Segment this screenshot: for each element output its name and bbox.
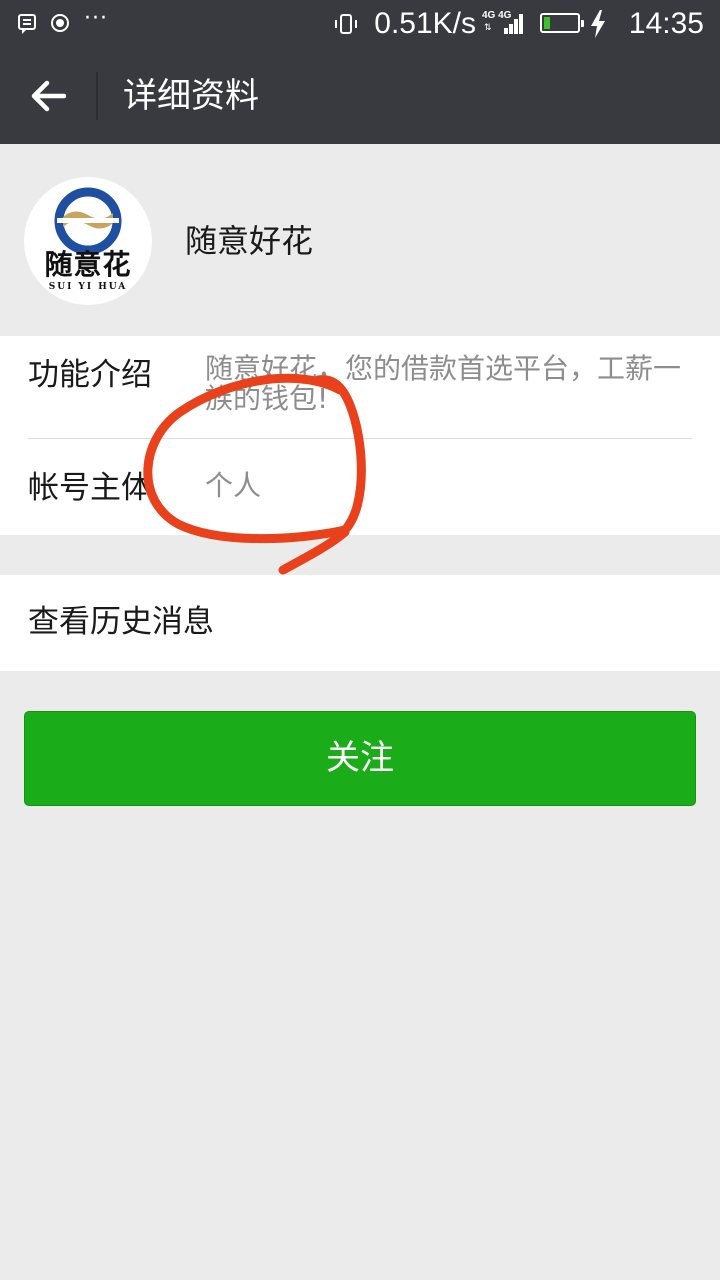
follow-button[interactable]: 关注 [24,711,696,806]
battery-icon [540,13,584,33]
back-button[interactable] [16,66,80,126]
avatar[interactable]: 随意花 SUI YI HUA [24,177,152,305]
entity-value: 个人 [205,469,262,502]
entity-row: 帐号主体 个人 [28,439,692,535]
nav-bar: 详细资料 [0,48,720,144]
vibrate-icon [335,14,357,34]
avatar-logo-text: 随意花 [44,248,132,281]
avatar-logo-subtitle: SUI YI HUA [48,282,128,292]
network-indicator: 4G 4G ⇅ [482,10,524,38]
status-bar: ··· 0.51K/s 4G 4G ⇅ 14:35 [0,0,720,48]
intro-label: 功能介绍 [28,357,152,393]
data-arrows-icon: ⇅ [484,23,492,33]
account-name: 随意好花 [185,222,314,260]
message-icon [18,14,36,34]
view-history-label: 查看历史消息 [28,604,214,640]
charging-bolt-icon [590,10,606,38]
view-history-row[interactable]: 查看历史消息 [0,575,720,671]
nav-divider [96,72,98,120]
record-icon [51,14,69,32]
profile-header: 随意花 SUI YI HUA 随意好花 [0,144,720,336]
entity-label: 帐号主体 [28,470,152,506]
info-card: 功能介绍 随意好花，您的借款首选平台，工薪一族的钱包! 帐号主体 个人 [0,336,720,535]
arrow-left-icon [31,80,66,112]
intro-row: 功能介绍 随意好花，您的借款首选平台，工薪一族的钱包! [28,336,692,439]
page-title: 详细资料 [123,76,259,116]
network-speed: 0.51K/s [374,7,476,40]
signal-icon [504,14,524,34]
more-icon: ··· [84,6,108,31]
clock: 14:35 [628,7,704,40]
battery-level [544,17,551,29]
intro-value: 随意好花，您的借款首选平台，工薪一族的钱包! [205,352,682,415]
brand-logo-icon [54,187,122,255]
